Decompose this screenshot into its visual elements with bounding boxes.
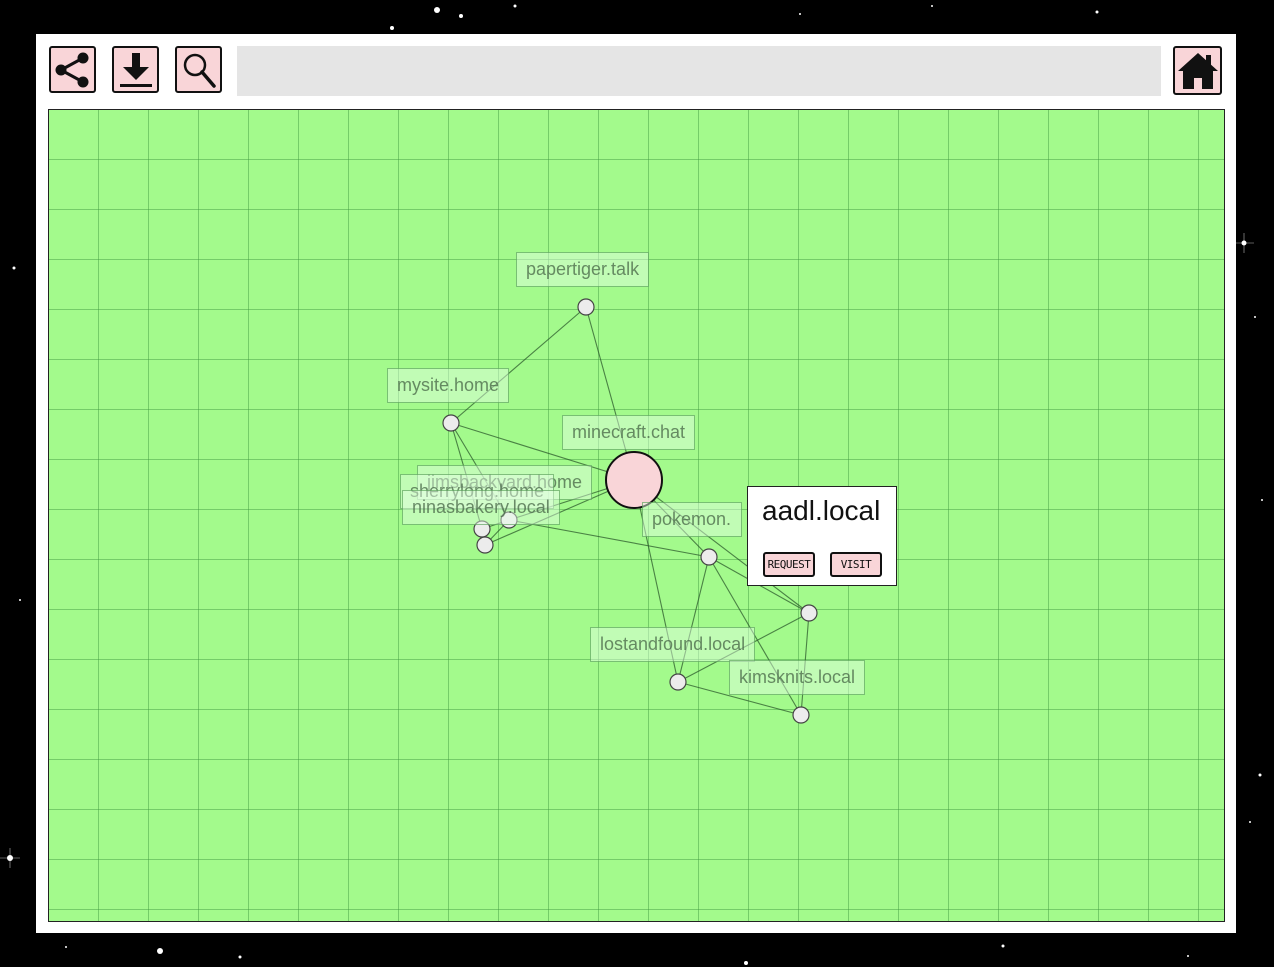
address-bar[interactable] bbox=[237, 46, 1161, 96]
share-icon bbox=[55, 52, 88, 87]
node-label-pokemon[interactable]: pokemon. bbox=[642, 502, 742, 537]
network-graph bbox=[442, 298, 818, 724]
graph-node-papertiger[interactable] bbox=[577, 298, 595, 316]
search-button[interactable] bbox=[175, 46, 222, 93]
home-button[interactable] bbox=[1173, 46, 1222, 95]
node-label-ninasbakery[interactable]: ninasbakery.local bbox=[402, 490, 560, 525]
visit-button[interactable]: VISIT bbox=[830, 552, 882, 577]
share-button[interactable] bbox=[49, 46, 96, 93]
graph-node-kimsknits[interactable] bbox=[792, 706, 810, 724]
node-label-kimsknits[interactable]: kimsknits.local bbox=[729, 660, 866, 695]
node-label-minecraft[interactable]: minecraft.chat bbox=[562, 415, 696, 450]
search-icon bbox=[183, 53, 216, 88]
graph-node-pokemon[interactable] bbox=[700, 548, 718, 566]
graph-node-unnamed_right[interactable] bbox=[800, 604, 818, 622]
app-window: papertiger.talk mysite.home minecraft.ch… bbox=[36, 34, 1236, 933]
node-popup: aadl.local REQUEST VISIT bbox=[747, 486, 897, 586]
node-label-mysite[interactable]: mysite.home bbox=[387, 368, 510, 403]
graph-edge bbox=[450, 306, 587, 424]
graph-node-ninasbakery[interactable] bbox=[476, 536, 494, 554]
graph-node-lostandfound[interactable] bbox=[669, 673, 687, 691]
popup-title: aadl.local bbox=[762, 495, 881, 526]
graph-edge bbox=[677, 556, 710, 683]
graph-node-mysite[interactable] bbox=[442, 414, 460, 432]
download-button[interactable] bbox=[112, 46, 159, 93]
download-icon bbox=[119, 52, 152, 87]
graph-canvas[interactable]: papertiger.talk mysite.home minecraft.ch… bbox=[48, 109, 1225, 922]
node-label-papertiger[interactable]: papertiger.talk bbox=[516, 252, 650, 287]
request-button[interactable]: REQUEST bbox=[763, 552, 815, 577]
graph-node-aadl[interactable] bbox=[605, 451, 663, 509]
node-label-lostandfound[interactable]: lostandfound.local bbox=[590, 627, 756, 662]
home-icon bbox=[1177, 52, 1218, 89]
